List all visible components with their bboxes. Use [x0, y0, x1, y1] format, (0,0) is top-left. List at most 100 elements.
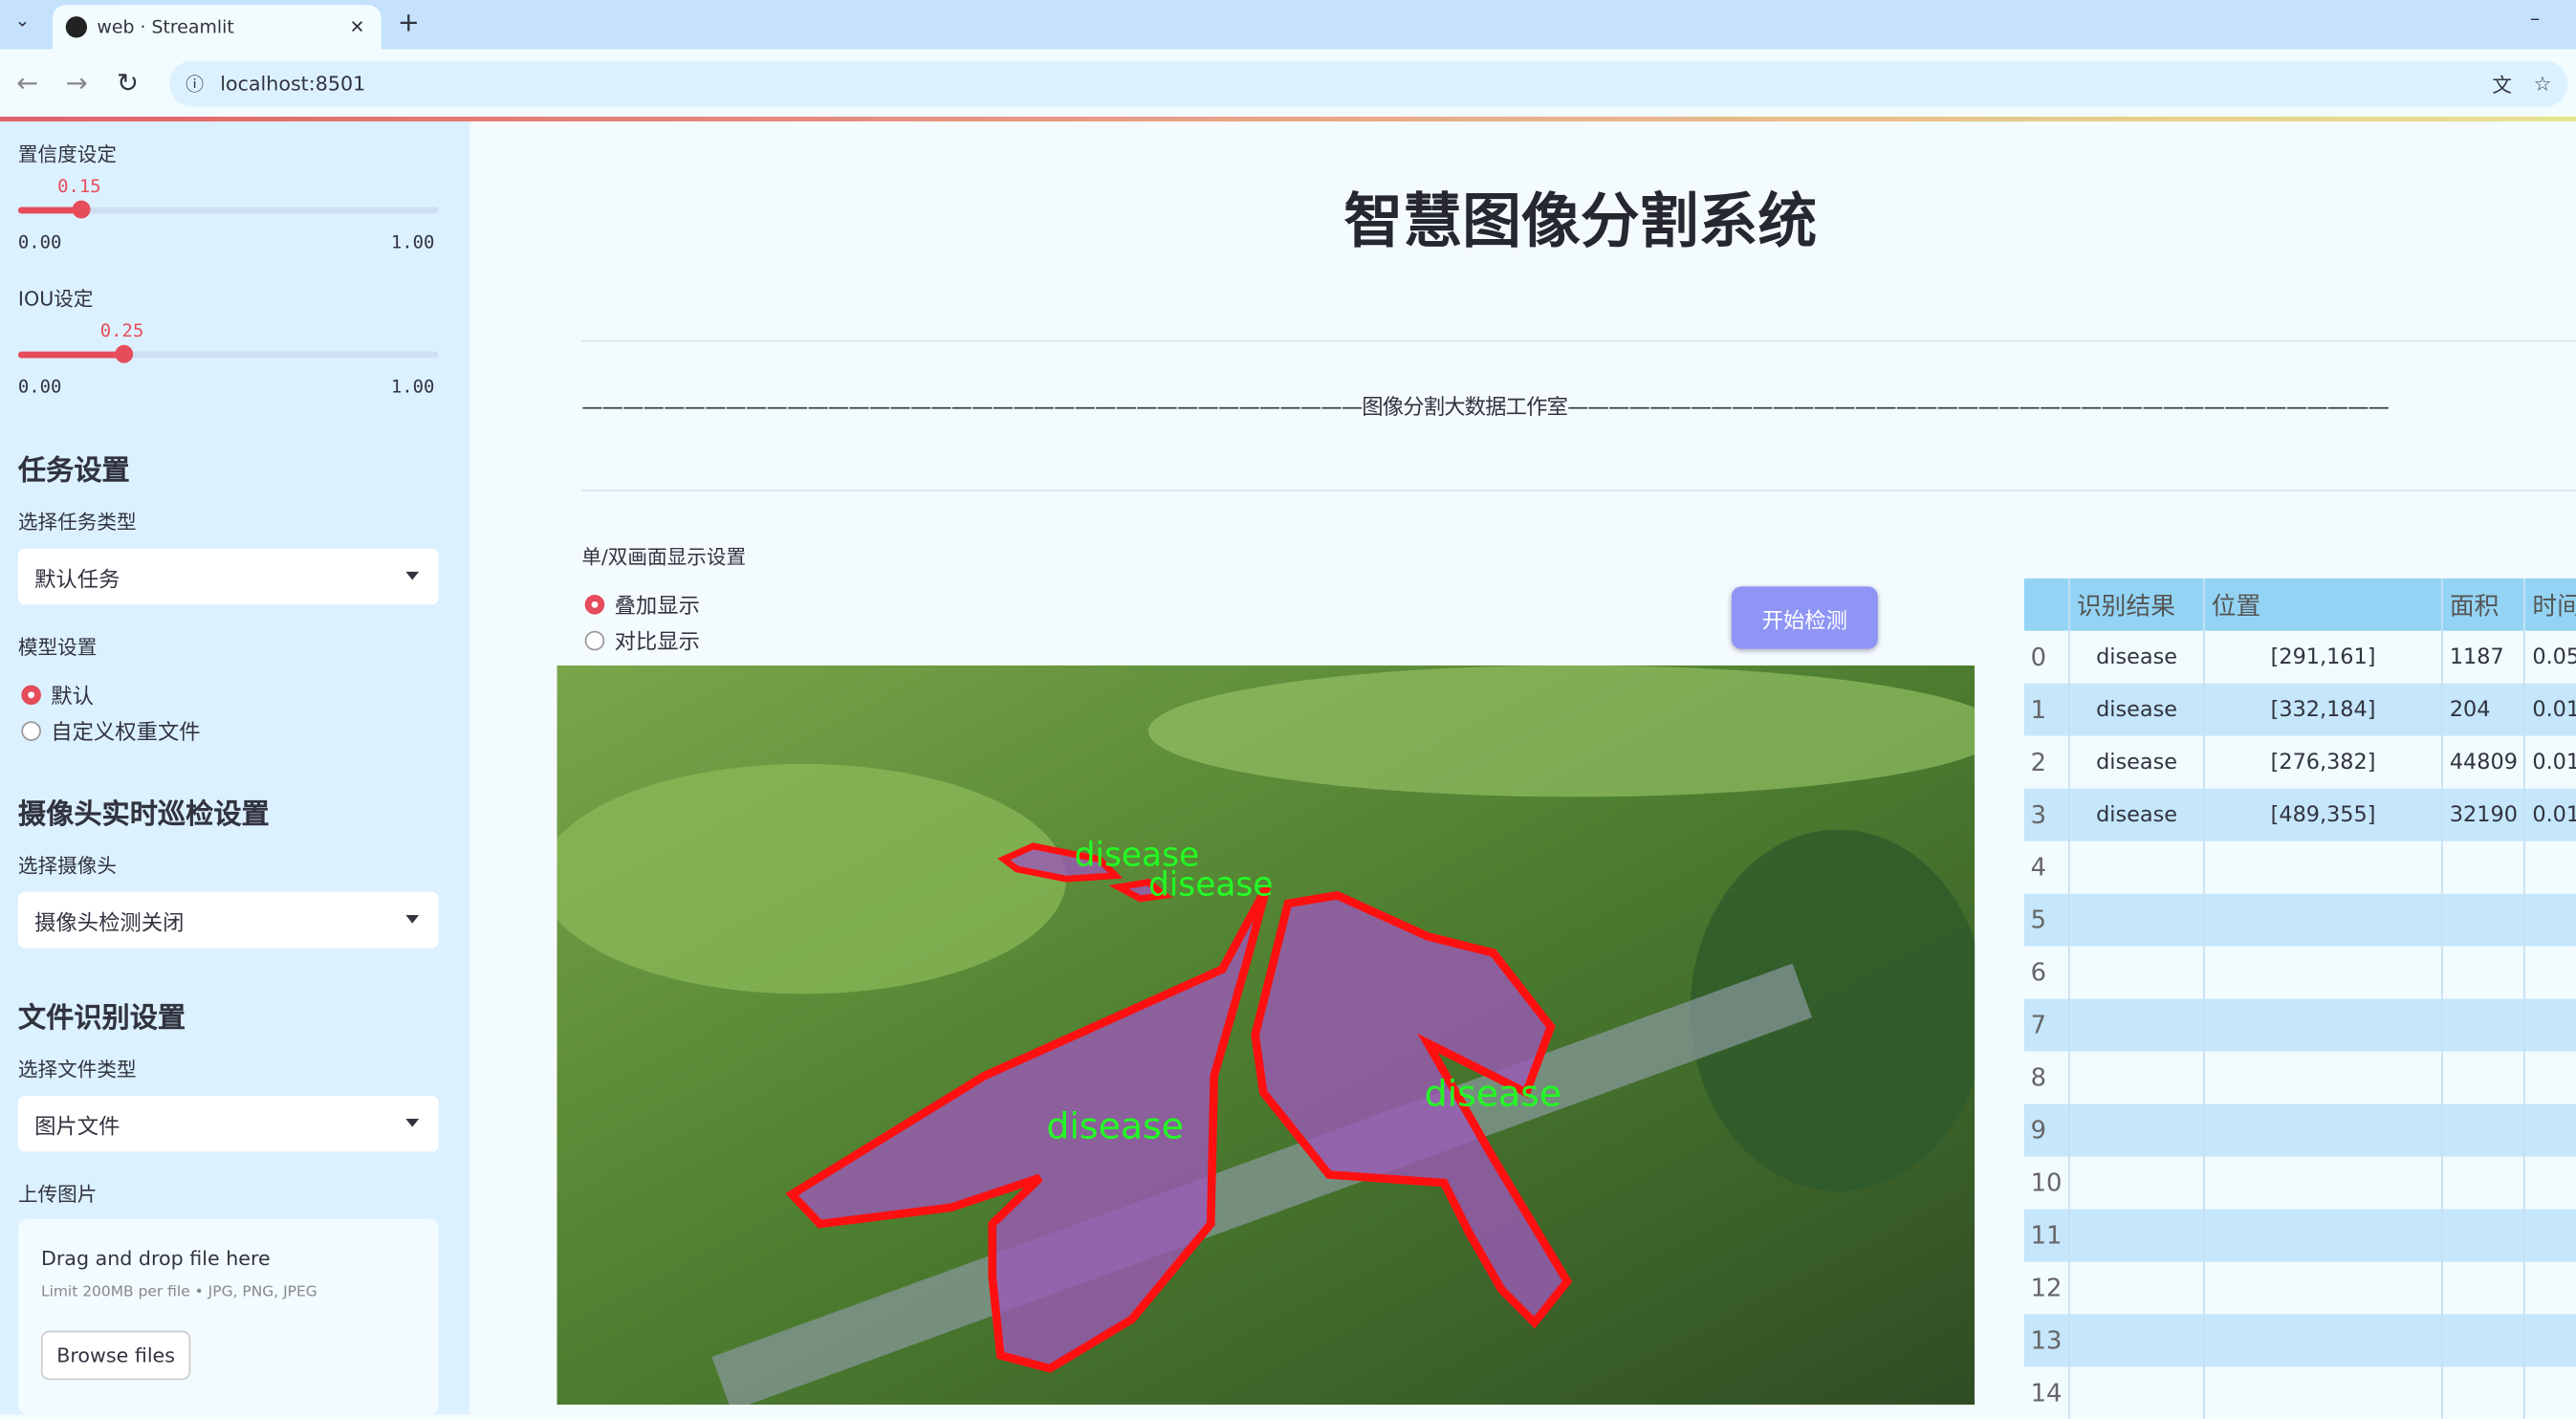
table-row[interactable]: 6 [2023, 946, 2576, 999]
position-cell [2203, 1156, 2443, 1210]
mask-label: disease [1046, 1105, 1183, 1147]
site-info-icon[interactable]: ⓘ [186, 71, 204, 97]
page-title: 智慧图像分割系统 [1343, 188, 1818, 257]
table-row[interactable]: 1 disease [332,184] 204 0.01 [2023, 683, 2576, 736]
result-cell [2069, 1156, 2205, 1210]
table-row[interactable]: 12 [2023, 1261, 2576, 1315]
conf-slider-fill [17, 207, 81, 214]
chevron-down-icon [405, 1119, 420, 1127]
row-index: 6 [2023, 946, 2070, 999]
iou-max: 1.00 [390, 376, 435, 398]
browse-files-button[interactable]: Browse files [40, 1330, 191, 1381]
position-cell [2203, 946, 2443, 999]
position-cell: [291,161] [2203, 630, 2443, 684]
file-type-select[interactable]: 图片文件 [17, 1095, 439, 1152]
area-cell [2442, 1314, 2526, 1367]
row-index: 8 [2023, 1051, 2070, 1104]
tab-title: web · Streamlit [97, 16, 234, 38]
col-index [2023, 578, 2070, 631]
table-row[interactable]: 10 [2023, 1156, 2576, 1210]
display-radio-compare[interactable]: 对比显示 [584, 624, 700, 656]
conf-value: 0.15 [57, 175, 101, 198]
conf-max: 1.00 [390, 231, 435, 253]
task-select[interactable]: 默认任务 [17, 548, 439, 605]
time-cell [2524, 946, 2576, 999]
url-text: localhost:8501 [220, 72, 366, 96]
time-cell [2524, 1051, 2576, 1104]
col-position[interactable]: 位置 [2203, 578, 2443, 631]
table-row[interactable]: 11 [2023, 1209, 2576, 1262]
position-cell [2203, 1051, 2443, 1104]
time-cell [2524, 840, 2576, 894]
row-index: 7 [2023, 998, 2070, 1052]
result-cell [2069, 998, 2205, 1052]
streamlit-favicon-icon [65, 16, 88, 38]
model-radio-default[interactable]: 默认 [21, 679, 94, 710]
conf-label: 置信度设定 [17, 142, 118, 166]
row-index: 11 [2023, 1209, 2070, 1262]
row-index: 13 [2023, 1314, 2070, 1367]
close-tab-icon[interactable]: ✕ [350, 16, 365, 37]
new-tab-icon[interactable]: + [398, 7, 420, 38]
browser-tab[interactable]: web · Streamlit ✕ [52, 5, 382, 50]
position-cell [2203, 1209, 2443, 1262]
iou-slider-thumb[interactable] [115, 344, 134, 363]
forward-icon[interactable]: → [66, 67, 88, 98]
camera-select-value: 摄像头检测关闭 [34, 910, 185, 936]
time-cell: 0.05 [2524, 630, 2576, 684]
results-table[interactable]: 识别结果 位置 面积 时间 0disease[291,161]11870.051… [2023, 578, 2576, 1419]
table-row[interactable]: 7 [2023, 998, 2576, 1052]
reload-icon[interactable]: ↻ [117, 67, 139, 98]
position-cell [2203, 1366, 2443, 1419]
col-time[interactable]: 时间 [2524, 578, 2576, 631]
translate-icon[interactable]: 文 [2492, 70, 2512, 98]
area-cell [2442, 840, 2526, 894]
iou-value: 0.25 [99, 320, 144, 342]
time-cell [2524, 1314, 2576, 1367]
display-opt-label: 叠加显示 [614, 594, 700, 620]
table-row[interactable]: 5 [2023, 893, 2576, 947]
back-icon[interactable]: ← [16, 67, 38, 98]
url-field[interactable]: ⓘ localhost:8501 文 ☆ [168, 60, 2568, 107]
area-cell: 44809 [2442, 735, 2526, 789]
result-cell: disease [2069, 788, 2205, 841]
chevron-down-icon [405, 571, 420, 580]
table-row[interactable]: 2 disease [276,382] 44809 0.01 [2023, 735, 2576, 789]
camera-select[interactable]: 摄像头检测关闭 [17, 891, 439, 949]
area-cell [2442, 1261, 2526, 1315]
area-cell [2442, 1366, 2526, 1419]
drop-text: Drag and drop file here [40, 1247, 271, 1271]
display-radio-overlay[interactable]: 叠加显示 [584, 588, 700, 620]
area-cell [2442, 946, 2526, 999]
table-row[interactable]: 0 disease [291,161] 1187 0.05 [2023, 630, 2576, 684]
file-dropzone[interactable]: Drag and drop file here Limit 200MB per … [17, 1218, 439, 1415]
col-result[interactable]: 识别结果 [2069, 578, 2205, 631]
row-index: 2 [2023, 735, 2070, 789]
main-area: 智慧图像分割系统 ———————————————————————————————… [469, 121, 2576, 1419]
bookmark-star-icon[interactable]: ☆ [2534, 73, 2551, 96]
segmentation-result-image: disease disease disease disease [557, 665, 1976, 1405]
result-cell [2069, 946, 2205, 999]
camera-label: 选择摄像头 [17, 854, 118, 878]
iou-min: 0.00 [17, 376, 62, 398]
studio-banner: ——————————————————————————————————————图像… [581, 396, 2390, 421]
display-opt-label: 对比显示 [614, 630, 700, 656]
table-row[interactable]: 4 [2023, 840, 2576, 894]
model-radio-custom[interactable]: 自定义权重文件 [21, 714, 201, 746]
table-row[interactable]: 13 [2023, 1314, 2576, 1367]
time-cell [2524, 998, 2576, 1052]
divider [581, 489, 2576, 491]
col-area[interactable]: 面积 [2442, 578, 2526, 631]
tab-list-chevron-icon[interactable]: ⌄ [14, 10, 30, 31]
minimize-icon[interactable]: – [2530, 7, 2540, 30]
result-cell: disease [2069, 735, 2205, 789]
table-row[interactable]: 8 [2023, 1051, 2576, 1104]
area-cell: 204 [2442, 683, 2526, 736]
conf-slider-thumb[interactable] [72, 200, 91, 219]
file-heading: 文件识别设置 [17, 1002, 186, 1036]
row-index: 10 [2023, 1156, 2070, 1210]
start-detection-button[interactable]: 开始检测 [1731, 586, 1878, 649]
table-row[interactable]: 3 disease [489,355] 32190 0.01 [2023, 788, 2576, 841]
table-row[interactable]: 9 [2023, 1103, 2576, 1157]
table-row[interactable]: 14 [2023, 1366, 2576, 1419]
